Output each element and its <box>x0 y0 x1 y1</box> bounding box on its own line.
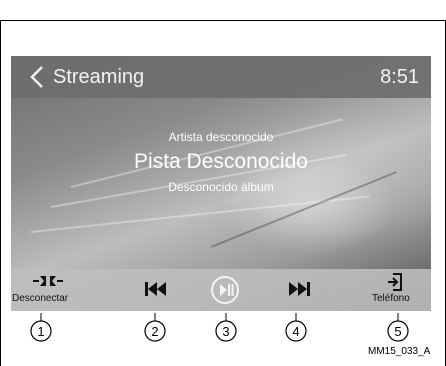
play-pause-icon <box>211 276 239 304</box>
next-track-icon <box>289 282 310 296</box>
callout-4: 4 <box>285 313 307 342</box>
callout-number: 1 <box>37 324 44 339</box>
callout-number: 5 <box>394 324 401 339</box>
callout-number: 4 <box>292 324 299 339</box>
disconnect-label: Desconectar <box>12 293 69 304</box>
phone-button[interactable]: Teléfono <box>363 269 431 311</box>
callout-number: 2 <box>151 324 158 339</box>
previous-track-button[interactable] <box>136 269 176 311</box>
back-arrow-icon[interactable] <box>29 66 45 88</box>
callout-1: 1 <box>30 313 52 342</box>
previous-track-icon <box>145 282 166 296</box>
clock: 8:51 <box>380 66 419 88</box>
play-pause-button[interactable] <box>206 269 246 311</box>
phone-switch-icon <box>388 273 402 291</box>
control-bar: Desconectar Teléfono <box>11 269 431 311</box>
track-title: Pista Desconocido <box>134 150 308 173</box>
figure-frame-top <box>0 20 446 21</box>
next-track-button[interactable] <box>279 269 319 311</box>
header-bar: Streaming 8:51 <box>11 56 431 98</box>
album-name: Desconocido álbum <box>168 180 274 194</box>
figure-frame-left <box>0 20 1 366</box>
page-title: Streaming <box>53 66 145 88</box>
disconnect-button[interactable]: Desconectar <box>11 269 85 311</box>
disconnect-icon <box>33 276 63 286</box>
callout-2: 2 <box>144 313 166 342</box>
callout-3: 3 <box>215 313 237 342</box>
streaming-screen: Streaming 8:51 Artista desconocido Pista… <box>11 56 431 311</box>
callout-5: 5 <box>387 313 409 342</box>
phone-label: Teléfono <box>372 293 410 304</box>
reference-code: MM15_033_A <box>368 346 431 357</box>
artist-name: Artista desconocido <box>168 130 274 144</box>
callout-number: 3 <box>222 324 229 339</box>
